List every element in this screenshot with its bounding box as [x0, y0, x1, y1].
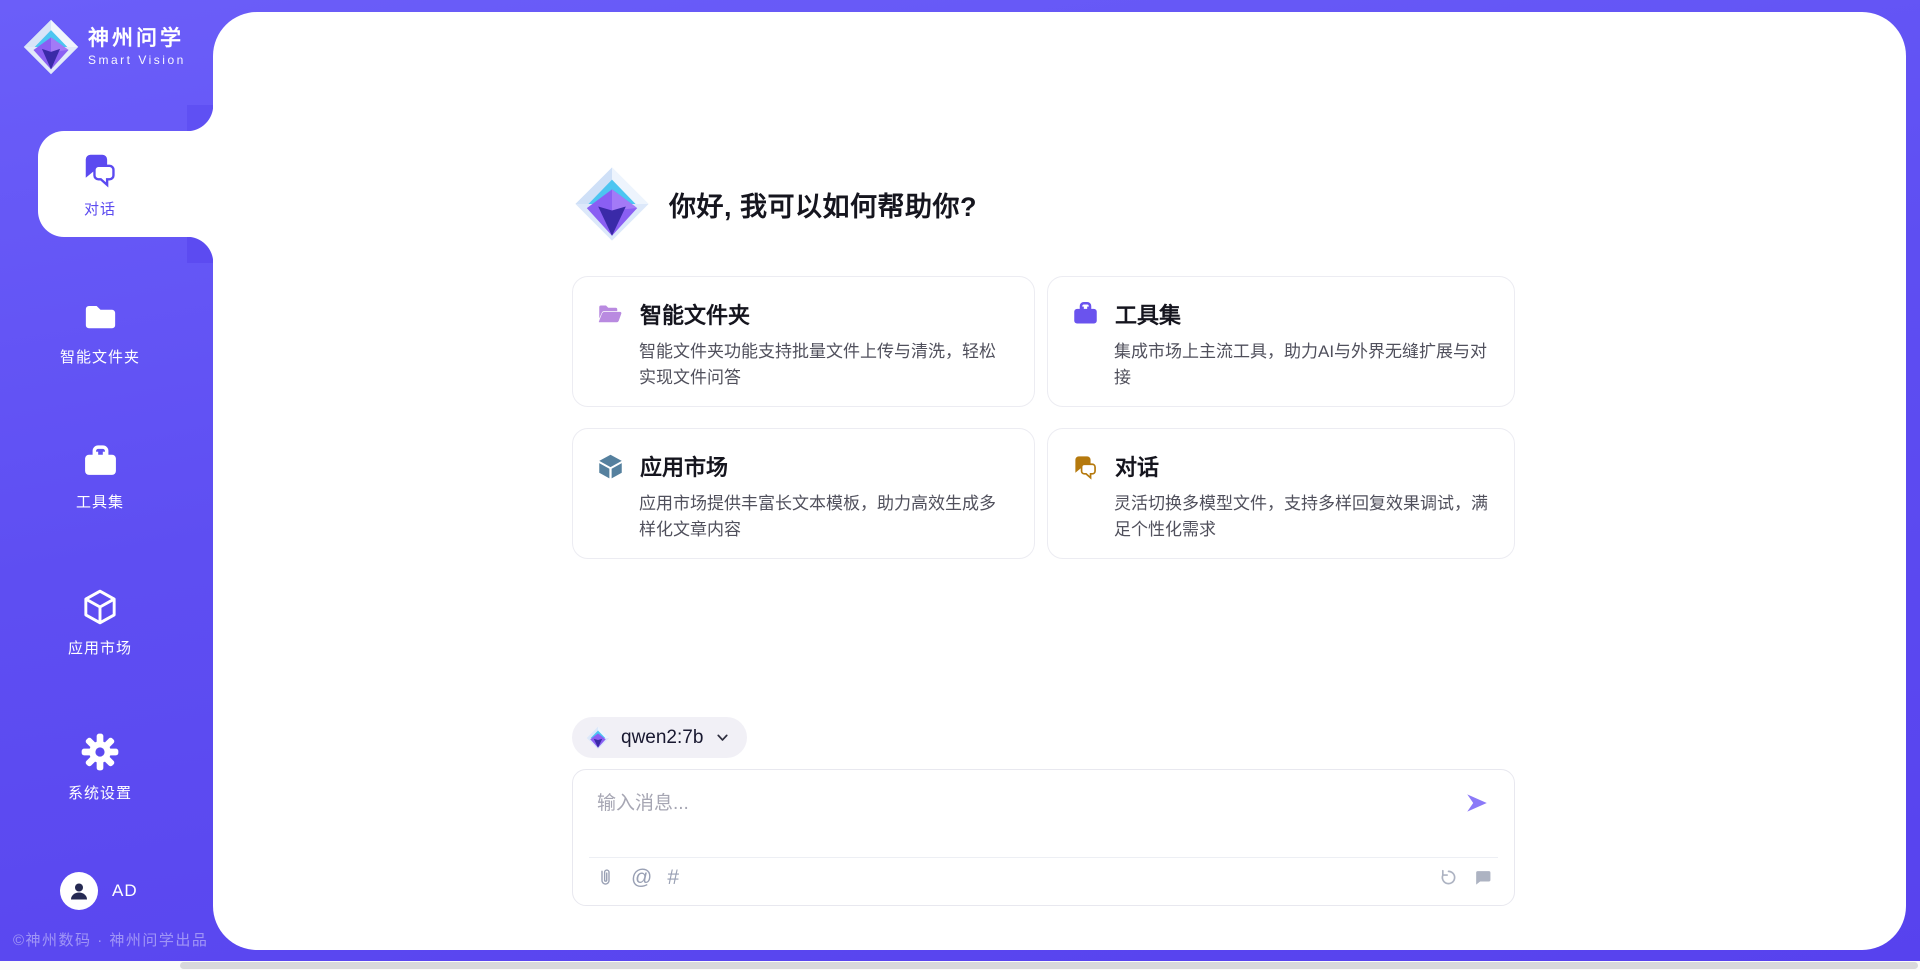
sidebar-item-smart-folder[interactable]: 智能文件夹 — [0, 299, 200, 367]
folder-open-icon — [597, 301, 624, 328]
diamond-logo-icon — [573, 165, 651, 243]
model-name: qwen2:7b — [621, 727, 703, 749]
card-toolset[interactable]: 工具集 集成市场上主流工具，助力AI与外界无缝扩展与对接 — [1047, 276, 1515, 407]
card-title: 应用市场 — [640, 450, 728, 482]
sidebar-item-label: 智能文件夹 — [60, 346, 140, 367]
user-account[interactable]: AD — [60, 872, 138, 910]
sidebar-item-label: 对话 — [84, 198, 116, 219]
message-input[interactable] — [595, 786, 1459, 852]
sidebar-item-label: 应用市场 — [68, 637, 132, 658]
sidebar-item-chat[interactable]: 对话 — [0, 150, 200, 219]
card-title: 对话 — [1115, 450, 1159, 482]
hash-icon[interactable]: # — [667, 867, 679, 888]
card-smart-folder[interactable]: 智能文件夹 智能文件夹功能支持批量文件上传与清洗，轻松实现文件问答 — [572, 276, 1035, 407]
diamond-logo-icon — [22, 18, 80, 76]
composer-divider — [589, 857, 1498, 858]
user-initials: AD — [112, 881, 138, 901]
history-icon[interactable] — [1438, 867, 1459, 888]
gear-icon — [80, 732, 120, 772]
greeting-title: 你好, 我可以如何帮助你? — [669, 185, 977, 224]
app-name: 神州问学 — [88, 27, 186, 51]
sidebar-item-app-market[interactable]: 应用市场 — [0, 587, 200, 658]
folder-icon — [82, 299, 119, 336]
message-composer: @ # — [572, 769, 1515, 906]
sidebar-item-label: 系统设置 — [68, 782, 132, 803]
card-description: 灵活切换多模型文件，支持多样回复效果调试，满足个性化需求 — [1114, 491, 1490, 542]
card-title: 智能文件夹 — [640, 298, 750, 330]
card-description: 集成市场上主流工具，助力AI与外界无缝扩展与对接 — [1114, 339, 1490, 390]
app-window: 神州问学 Smart Vision 对话 智能文件夹 — [0, 0, 1920, 970]
chevron-down-icon — [714, 729, 731, 746]
feature-cards: 智能文件夹 智能文件夹功能支持批量文件上传与清洗，轻松实现文件问答 工具集 集成… — [572, 276, 1515, 559]
sidebar-item-label: 工具集 — [76, 491, 124, 512]
sidebar-item-settings[interactable]: 系统设置 — [0, 732, 200, 803]
app-logo: 神州问学 Smart Vision — [22, 18, 186, 76]
card-chat[interactable]: 对话 灵活切换多模型文件，支持多样回复效果调试，满足个性化需求 — [1047, 428, 1515, 559]
sidebar-item-toolset[interactable]: 工具集 — [0, 444, 200, 512]
diamond-logo-icon — [586, 726, 610, 750]
cube-grid-icon — [597, 453, 624, 480]
sidebar-footer-text: ©神州数码 · 神州问学出品 — [13, 929, 208, 950]
chat-icon — [1072, 453, 1099, 480]
scrollbar-thumb[interactable] — [180, 962, 1918, 969]
comment-icon[interactable] — [1473, 868, 1492, 887]
card-title: 工具集 — [1115, 298, 1181, 330]
card-app-market[interactable]: 应用市场 应用市场提供丰富长文本模板，助力高效生成多样化文章内容 — [572, 428, 1035, 559]
model-selector[interactable]: qwen2:7b — [572, 717, 747, 758]
card-description: 应用市场提供丰富长文本模板，助力高效生成多样化文章内容 — [639, 491, 1010, 542]
at-icon[interactable]: @ — [631, 867, 652, 888]
horizontal-scrollbar — [0, 961, 1920, 970]
app-subtitle: Smart Vision — [88, 53, 186, 67]
briefcase-icon — [1072, 301, 1099, 328]
chat-icon — [81, 150, 119, 188]
greeting-block: 你好, 我可以如何帮助你? — [573, 163, 977, 245]
avatar — [60, 872, 98, 910]
cube-icon — [80, 587, 120, 627]
paperclip-icon[interactable] — [595, 867, 616, 888]
card-description: 智能文件夹功能支持批量文件上传与清洗，轻松实现文件问答 — [639, 339, 1010, 390]
send-icon[interactable] — [1464, 790, 1490, 816]
briefcase-icon — [82, 444, 119, 481]
